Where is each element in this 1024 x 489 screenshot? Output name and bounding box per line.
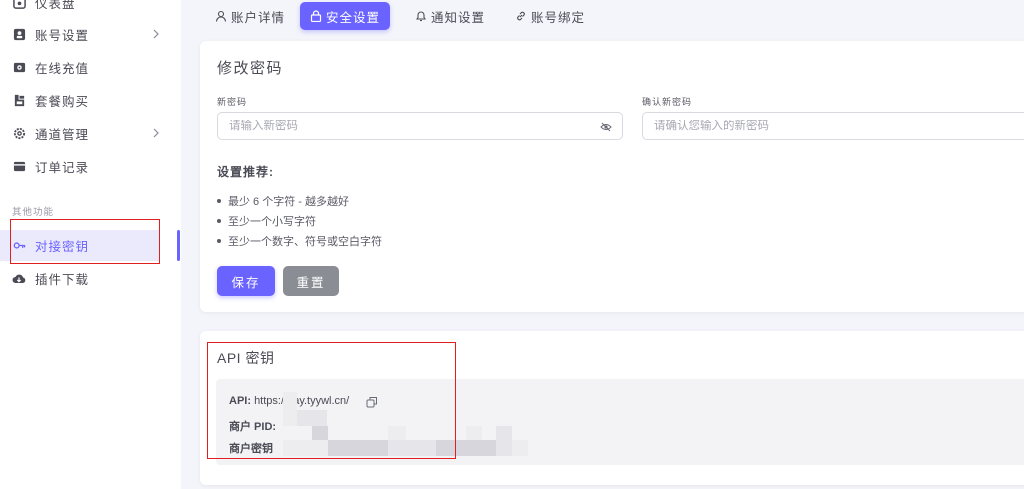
tab-label: 通知设置	[431, 10, 486, 25]
reset-button[interactable]: 重置	[283, 266, 339, 296]
sidebar-item-label: 插件下载	[35, 273, 90, 287]
tab-notification-settings[interactable]: 通知设置	[405, 2, 495, 30]
tab-security-settings[interactable]: 安全设置	[300, 2, 391, 30]
eye-off-icon[interactable]	[600, 121, 612, 133]
dashboard-icon	[12, 0, 26, 10]
sidebar-item-label: 套餐购买	[35, 95, 90, 109]
chevron-right-icon	[153, 29, 159, 39]
recharge-icon	[12, 61, 26, 75]
section-label-other: 其他功能	[12, 207, 55, 218]
sidebar-item-label: 在线充值	[35, 62, 90, 76]
sidebar-item-package[interactable]: 套餐购买	[0, 84, 181, 117]
confirm-password-input[interactable]	[654, 120, 1024, 132]
sidebar-item-recharge[interactable]: 在线充值	[0, 51, 181, 84]
sidebar-item-label: 对接密钥	[35, 240, 90, 254]
copy-icon[interactable]	[366, 396, 378, 408]
lock-icon	[310, 10, 322, 22]
sidebar-item-dashboard[interactable]: 仪表盘	[0, 0, 181, 19]
sidebar-item-api-key[interactable]: 对接密钥	[0, 230, 160, 261]
cloud-download-icon	[12, 272, 26, 286]
channel-gear-icon	[12, 127, 26, 141]
tab-account-binding[interactable]: 账号绑定	[505, 2, 595, 30]
package-icon	[12, 94, 26, 108]
tab-label: 账户详情	[231, 10, 286, 25]
merchant-pid-label: 商户 PID:	[229, 421, 277, 433]
list-item: 最少 6 个字符 - 越多越好	[217, 191, 382, 211]
sidebar-item-account-settings[interactable]: 账号设置	[0, 18, 181, 51]
sidebar-item-orders[interactable]: 订单记录	[0, 150, 181, 183]
account-icon	[12, 28, 26, 42]
sidebar-item-plugin-download[interactable]: 插件下载	[0, 262, 181, 295]
sidebar-item-label: 通道管理	[35, 128, 90, 142]
api-key-title: API 密钥	[217, 350, 275, 366]
bell-icon	[415, 11, 427, 22]
api-url-value: https://pay.tyywl.cn/	[254, 395, 350, 407]
merchant-pid-line: 商户 PID:	[229, 418, 276, 434]
tab-account-details[interactable]: 账户详情	[205, 2, 295, 30]
tab-label: 安全设置	[326, 10, 381, 25]
user-icon	[215, 10, 227, 22]
list-item: 至少一个数字、符号或空白字符	[217, 231, 382, 251]
new-password-field[interactable]	[217, 112, 623, 140]
sidebar: 仪表盘 账号设置 在线充值 套餐购买 通道管理 订单记录 其他功能 对接密钥 插…	[0, 0, 181, 489]
key-icon	[12, 239, 26, 253]
list-item: 至少一个小写字符	[217, 211, 382, 231]
sidebar-item-label: 订单记录	[35, 161, 90, 175]
save-button[interactable]: 保存	[217, 266, 275, 296]
new-password-input[interactable]	[229, 120, 622, 132]
new-password-label: 新密码	[217, 97, 248, 107]
api-label: API:	[229, 395, 251, 407]
sidebar-item-channel[interactable]: 通道管理	[0, 117, 181, 150]
merchant-key-label: 商户密钥	[229, 443, 273, 455]
confirm-password-field[interactable]	[642, 112, 1024, 140]
sidebar-item-label: 仪表盘	[35, 0, 76, 11]
chevron-right-icon	[153, 128, 159, 138]
sidebar-item-label: 账号设置	[35, 29, 90, 43]
active-indicator	[177, 230, 180, 261]
confirm-password-label: 确认新密码	[642, 97, 693, 107]
merchant-key-line: 商户密钥	[229, 440, 273, 456]
change-password-title: 修改密码	[217, 60, 284, 77]
recommend-title: 设置推荐:	[217, 165, 274, 179]
order-icon	[12, 160, 26, 174]
tab-label: 账号绑定	[531, 10, 586, 25]
link-icon	[517, 11, 525, 21]
recommendation-list: 最少 6 个字符 - 越多越好 至少一个小写字符 至少一个数字、符号或空白字符	[217, 191, 382, 251]
